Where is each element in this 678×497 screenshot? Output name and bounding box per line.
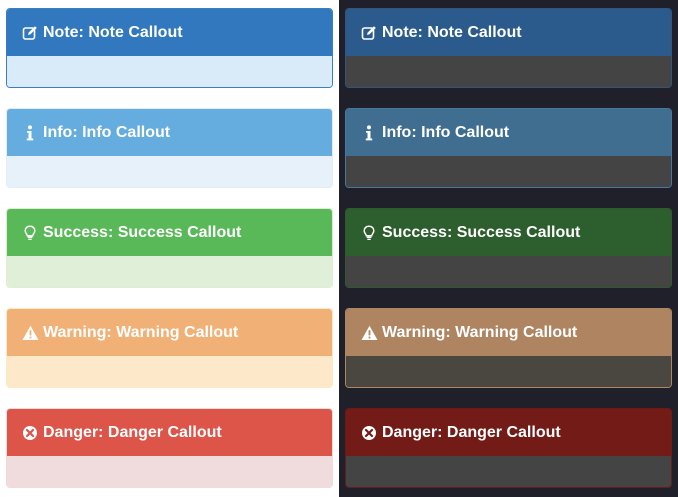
light-theme-panel: Note: Note Callout Info: Info Callout Su… [0, 0, 339, 497]
success-callout: Success: Success Callout [6, 208, 333, 288]
info-callout: Info: Info Callout [6, 108, 333, 188]
warning-triangle-icon [360, 324, 378, 342]
callout-header: Warning: Warning Callout [7, 309, 332, 356]
callout-body [7, 156, 332, 187]
danger-callout: Danger: Danger Callout [345, 408, 672, 488]
callout-body [7, 256, 332, 287]
callout-title: Warning: Warning Callout [382, 323, 578, 341]
callout-header: Danger: Danger Callout [7, 409, 332, 456]
warning-triangle-icon [21, 324, 39, 342]
info-callout: Info: Info Callout [345, 108, 672, 188]
note-callout: Note: Note Callout [345, 8, 672, 88]
callout-title: Danger: Danger Callout [43, 423, 222, 441]
callout-body [346, 56, 671, 87]
callout-body [346, 456, 671, 487]
callout-header: Note: Note Callout [346, 9, 671, 56]
callout-title: Info: Info Callout [382, 123, 510, 141]
callout-body [346, 156, 671, 187]
callout-header: Danger: Danger Callout [346, 409, 671, 456]
dark-theme-panel: Note: Note Callout Info: Info Callout Su… [339, 0, 678, 497]
callout-header: Note: Note Callout [7, 9, 332, 56]
close-circle-icon [360, 424, 378, 442]
warning-callout: Warning: Warning Callout [6, 308, 333, 388]
callout-body [346, 256, 671, 287]
callout-header: Success: Success Callout [346, 209, 671, 256]
callout-title: Warning: Warning Callout [43, 323, 239, 341]
edit-icon [360, 24, 378, 42]
callout-title: Danger: Danger Callout [382, 423, 561, 441]
lightbulb-icon [21, 224, 39, 242]
callout-body [346, 356, 671, 387]
callout-header: Warning: Warning Callout [346, 309, 671, 356]
callout-header: Info: Info Callout [7, 109, 332, 156]
warning-callout: Warning: Warning Callout [345, 308, 672, 388]
callout-body [7, 56, 332, 87]
callout-title: Success: Success Callout [382, 223, 581, 241]
lightbulb-icon [360, 224, 378, 242]
callout-header: Success: Success Callout [7, 209, 332, 256]
note-callout: Note: Note Callout [6, 8, 333, 88]
callout-title: Note: Note Callout [43, 23, 183, 41]
callout-title: Info: Info Callout [43, 123, 171, 141]
edit-icon [21, 24, 39, 42]
callout-title: Note: Note Callout [382, 23, 522, 41]
success-callout: Success: Success Callout [345, 208, 672, 288]
info-icon [21, 124, 39, 142]
callout-title: Success: Success Callout [43, 223, 242, 241]
callout-body [7, 456, 332, 487]
danger-callout: Danger: Danger Callout [6, 408, 333, 488]
callout-header: Info: Info Callout [346, 109, 671, 156]
close-circle-icon [21, 424, 39, 442]
info-icon [360, 124, 378, 142]
callout-body [7, 356, 332, 387]
